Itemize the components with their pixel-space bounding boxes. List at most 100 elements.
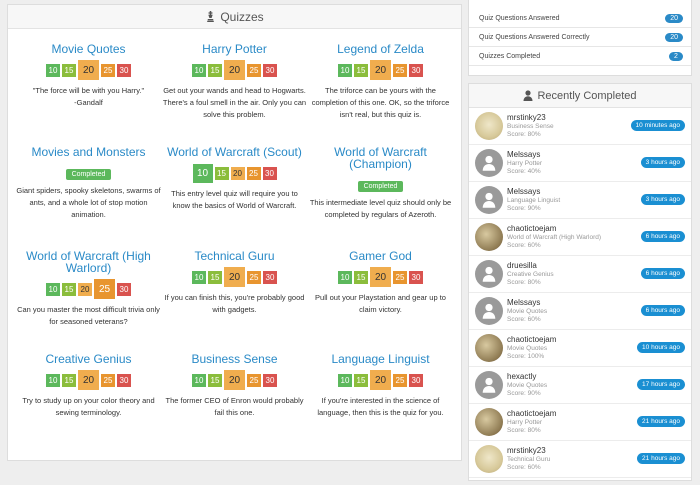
recent-username[interactable]: chaotictoejam: [507, 409, 556, 419]
level-25-button[interactable]: 25: [247, 63, 261, 77]
level-20-button[interactable]: 20: [78, 60, 99, 80]
recent-row[interactable]: druesilla Creative Genius Score: 80% 6 hour…: [469, 256, 691, 293]
recent-row[interactable]: chaotictoejam Harry Potter Score: 80% 21 ho…: [469, 404, 691, 441]
level-25-button[interactable]: 25: [101, 63, 115, 77]
recent-username[interactable]: Melssays: [507, 298, 547, 308]
quiz-card[interactable]: World of Warcraft (Champion) Completed Thi…: [308, 146, 453, 221]
level-30-button[interactable]: 30: [117, 373, 131, 387]
quiz-title[interactable]: Harry Potter: [162, 43, 307, 55]
quiz-title[interactable]: Legend of Zelda: [308, 43, 453, 55]
recent-row[interactable]: Melssays Movie Quotes Score: 60% 6 hours ag…: [469, 293, 691, 330]
level-15-button[interactable]: 15: [214, 166, 229, 180]
quiz-title[interactable]: World of Warcraft (Scout): [162, 146, 307, 158]
quiz-title[interactable]: Movies and Monsters: [16, 146, 161, 158]
level-10-button[interactable]: 10: [338, 270, 352, 284]
quiz-card[interactable]: World of Warcraft (Scout) 10 15 20 25 30 This …: [162, 146, 307, 212]
level-buttons: 10 15 20 25 30: [162, 370, 307, 390]
quiz-card[interactable]: Movies and Monsters Completed Giant spider…: [16, 146, 161, 221]
level-buttons: 10 15 20 25 30: [162, 60, 307, 80]
quiz-title[interactable]: Creative Genius: [16, 353, 161, 365]
level-30-button[interactable]: 30: [409, 63, 423, 77]
level-25-button[interactable]: 25: [393, 373, 407, 387]
quiz-title[interactable]: Language Linguist: [308, 353, 453, 365]
level-20-button[interactable]: 20: [224, 370, 245, 390]
recent-row[interactable]: mrstinky23 Business Sense Score: 80% 10 min…: [469, 108, 691, 145]
quiz-title[interactable]: Movie Quotes: [16, 43, 161, 55]
level-25-button[interactable]: 25: [247, 373, 261, 387]
level-25-button[interactable]: 25: [393, 270, 407, 284]
quiz-card[interactable]: Harry Potter 10 15 20 25 30 Get out your wands…: [162, 43, 307, 121]
level-10-button[interactable]: 10: [192, 270, 206, 284]
level-20-button[interactable]: 20: [78, 370, 99, 390]
level-20-button[interactable]: 20: [224, 60, 245, 80]
recent-row[interactable]: chaotictoejam Movie Quotes Score: 100% 10 h…: [469, 330, 691, 367]
level-buttons: 10 15 20 25 30: [16, 60, 161, 80]
recent-row[interactable]: Melssays Harry Potter Score: 40% 3 hours ag…: [469, 145, 691, 182]
level-15-button[interactable]: 15: [62, 373, 76, 387]
level-25-button[interactable]: 25: [393, 63, 407, 77]
level-30-button[interactable]: 30: [117, 63, 131, 77]
quiz-title[interactable]: World of Warcraft (Champion): [308, 146, 453, 170]
level-10-button[interactable]: 10: [46, 282, 60, 296]
quiz-card[interactable]: World of Warcraft (High Warlord) 10 15 20 25…: [16, 250, 161, 328]
recent-username[interactable]: hexactly: [507, 372, 547, 382]
level-25-button[interactable]: 25: [246, 166, 261, 180]
level-15-button[interactable]: 15: [208, 63, 222, 77]
level-30-button[interactable]: 30: [409, 270, 423, 284]
level-30-button[interactable]: 30: [117, 282, 131, 296]
quiz-card[interactable]: Legend of Zelda 10 15 20 25 30 The triforce ca…: [308, 43, 453, 121]
level-30-button[interactable]: 30: [263, 63, 277, 77]
level-10-button[interactable]: 10: [192, 63, 206, 77]
level-20-button[interactable]: 20: [370, 370, 391, 390]
level-20-button[interactable]: 20: [230, 166, 245, 180]
level-15-button[interactable]: 15: [62, 282, 76, 296]
recent-username[interactable]: druesilla: [507, 261, 554, 271]
default-user-icon: [482, 155, 496, 171]
quiz-title[interactable]: Technical Guru: [162, 250, 307, 262]
recent-username[interactable]: Melssays: [507, 150, 542, 160]
recent-row[interactable]: hexactly Movie Quotes Score: 90% 17 hours a…: [469, 367, 691, 404]
level-15-button[interactable]: 15: [208, 270, 222, 284]
recent-username[interactable]: chaotictoejam: [507, 224, 601, 234]
level-25-button[interactable]: 25: [94, 279, 115, 299]
level-10-button[interactable]: 10: [192, 163, 213, 183]
level-30-button[interactable]: 30: [409, 373, 423, 387]
recent-row[interactable]: mrstinky23 Technical Guru Score: 60% 21 hou…: [469, 441, 691, 478]
level-15-button[interactable]: 15: [354, 63, 368, 77]
level-15-button[interactable]: 15: [354, 270, 368, 284]
level-10-button[interactable]: 10: [338, 373, 352, 387]
level-15-button[interactable]: 15: [354, 373, 368, 387]
level-30-button[interactable]: 30: [262, 166, 277, 180]
level-10-button[interactable]: 10: [192, 373, 206, 387]
level-10-button[interactable]: 10: [46, 63, 60, 77]
recent-row[interactable]: Melssays Language Linguist Score: 90% 3 hou…: [469, 182, 691, 219]
quiz-title[interactable]: World of Warcraft (High Warlord): [16, 250, 161, 274]
quiz-card[interactable]: Business Sense 10 15 20 25 30 The former CEO o…: [162, 353, 307, 419]
recent-username[interactable]: chaotictoejam: [507, 335, 556, 345]
recent-username[interactable]: mrstinky23: [507, 113, 554, 123]
quiz-card[interactable]: Creative Genius 10 15 20 25 30 Try to study up…: [16, 353, 161, 419]
level-15-button[interactable]: 15: [62, 63, 76, 77]
quiz-card[interactable]: Technical Guru 10 15 20 25 30 If you can finis…: [162, 250, 307, 316]
level-25-button[interactable]: 25: [247, 270, 261, 284]
level-10-button[interactable]: 10: [46, 373, 60, 387]
recent-row[interactable]: chaotictoejam World of Warcraft (High War…: [469, 219, 691, 256]
level-25-button[interactable]: 25: [101, 373, 115, 387]
level-30-button[interactable]: 30: [263, 270, 277, 284]
level-20-button[interactable]: 20: [370, 60, 391, 80]
recent-username[interactable]: mrstinky23: [507, 446, 550, 456]
level-10-button[interactable]: 10: [338, 63, 352, 77]
quiz-card[interactable]: Gamer God 10 15 20 25 30 Pull out your Playsta…: [308, 250, 453, 316]
quiz-title[interactable]: Business Sense: [162, 353, 307, 365]
level-15-button[interactable]: 15: [208, 373, 222, 387]
stat-label: Quiz Questions Answered: [479, 14, 560, 22]
recent-username[interactable]: Melssays: [507, 187, 560, 197]
recent-time-badge: 10 hours ago: [637, 342, 685, 353]
level-20-button[interactable]: 20: [78, 282, 92, 296]
quiz-card[interactable]: Language Linguist 10 15 20 25 30 If you're int…: [308, 353, 453, 419]
quiz-card[interactable]: Movie Quotes 10 15 20 25 30 "The force will be…: [16, 43, 161, 109]
level-20-button[interactable]: 20: [224, 267, 245, 287]
quiz-title[interactable]: Gamer God: [308, 250, 453, 262]
level-30-button[interactable]: 30: [263, 373, 277, 387]
level-20-button[interactable]: 20: [370, 267, 391, 287]
